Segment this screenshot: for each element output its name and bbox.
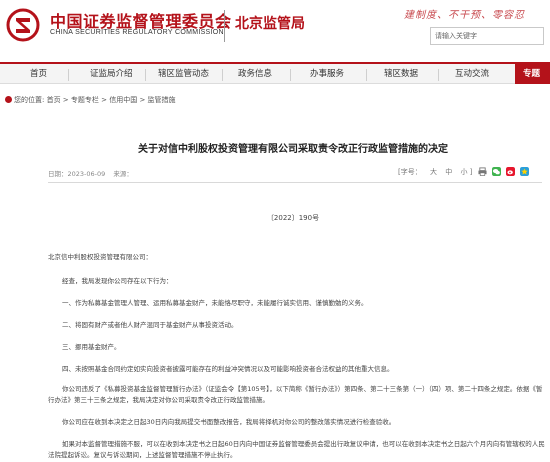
- font-size-small[interactable]: 小: [460, 167, 467, 177]
- font-size-close: ]: [469, 168, 473, 176]
- csrc-emblem-icon[interactable]: [6, 8, 40, 42]
- nav-divider: [68, 69, 69, 81]
- paragraph: 你公司应在收到本决定之日起30日内向我局提交书面整改报告，我局将择机对你公司的整…: [62, 418, 396, 426]
- font-size-label: [字号：: [398, 168, 422, 176]
- location-icon: [5, 96, 12, 103]
- paragraph: 三、挪用基金财产。: [62, 343, 121, 351]
- nav-divider: [366, 69, 367, 81]
- nav-divider: [222, 69, 223, 81]
- nav-divider: [145, 69, 146, 81]
- header-divider: [224, 10, 225, 42]
- nav-item-gov-info[interactable]: 政务信息: [238, 67, 272, 79]
- paragraph: 一、作为私募基金管理人管理、运用私募基金财产，未能恪尽职守，未能履行诚实信用、谨…: [62, 299, 368, 307]
- article-tools: [字号： 大 中 小 ]: [398, 167, 530, 177]
- wechat-icon[interactable]: [491, 167, 501, 176]
- font-size-medium[interactable]: 中: [445, 167, 452, 177]
- paragraph: 如果对本监督管理措施不服，可以在收到本决定书之日起60日内向中国证券监督管理委员…: [48, 440, 545, 459]
- qzone-icon[interactable]: [520, 167, 530, 176]
- slogan: 建制度、不干预、零容忍: [404, 10, 525, 21]
- nav-divider: [438, 69, 439, 81]
- article-date: 日期：2023-06-09: [48, 170, 106, 178]
- nav-item-special[interactable]: 专题: [515, 64, 550, 84]
- nav-item-data[interactable]: 辖区数据: [384, 67, 418, 79]
- main-nav: 首页 证监局介绍 辖区监管动态 政务信息 办事服务 辖区数据 互动交流 专题: [0, 62, 550, 84]
- paragraph: 二、将固有财产或者他人财产混同于基金财产从事投资活动。: [62, 321, 238, 329]
- article-title: 关于对信中利股权投资管理有限公司采取责令改正行政监管措施的决定: [138, 144, 448, 155]
- bureau-name[interactable]: 北京监管局: [235, 13, 305, 33]
- nav-item-interaction[interactable]: 互动交流: [455, 67, 489, 79]
- site-header: 中国证券监督管理委员会 CHINA SECURITIES REGULATORY …: [0, 0, 550, 60]
- article-source: 来源：: [113, 170, 133, 178]
- org-name-en: CHINA SECURITIES REGULATORY COMMISSION: [50, 29, 224, 36]
- nav-item-home[interactable]: 首页: [30, 67, 47, 79]
- paragraph: 四、未按照基金合同约定如实向投资者披露可能存在的利益冲突情况以及可能影响投资者合…: [62, 365, 394, 373]
- breadcrumb-text[interactable]: 您的位置: 首页 > 专题专栏 > 信用中国 > 监管措施: [14, 96, 176, 104]
- document-number: 〔2022〕190号: [266, 214, 320, 222]
- article-meta: 日期：2023-06-09 来源：: [48, 168, 133, 178]
- nav-item-services[interactable]: 办事服务: [310, 67, 344, 79]
- nav-item-supervision[interactable]: 辖区监管动态: [158, 67, 209, 79]
- search-input[interactable]: [430, 27, 544, 45]
- meta-divider: [48, 182, 542, 183]
- nav-divider: [290, 69, 291, 81]
- breadcrumb: 您的位置: 首页 > 专题专栏 > 信用中国 > 监管措施: [5, 95, 176, 105]
- paragraph: 你公司违反了《私募投资基金监督管理暂行办法》（证监会令【第105号】，以下简称《…: [48, 385, 543, 404]
- article-panel: 关于对信中利股权投资管理有限公司采取责令改正行政监管措施的决定 日期：2023-…: [36, 118, 550, 462]
- nav-item-intro[interactable]: 证监局介绍: [90, 67, 133, 79]
- addressee: 北京信中利股权投资管理有限公司：: [48, 253, 152, 261]
- paragraph: 经查，我局发现你公司存在以下行为：: [62, 277, 173, 285]
- font-size-large[interactable]: 大: [430, 167, 437, 177]
- weibo-icon[interactable]: [506, 167, 516, 176]
- print-icon[interactable]: [478, 167, 487, 176]
